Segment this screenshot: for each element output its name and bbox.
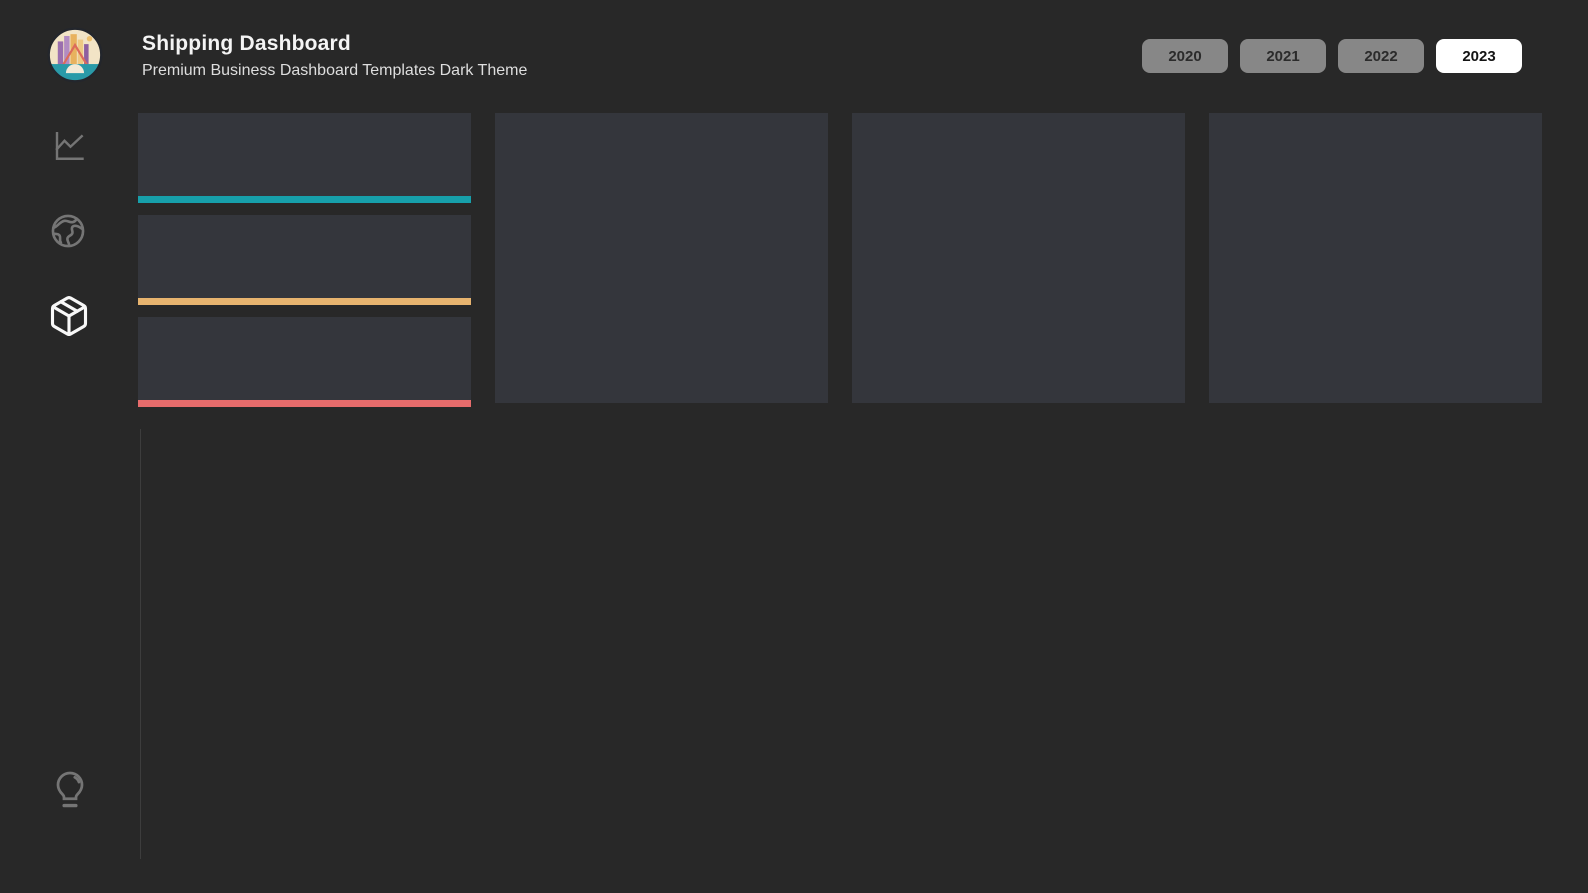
- shipping-dashboard-app: Shipping Dashboard Premium Business Dash…: [0, 0, 1588, 893]
- package-icon: [50, 296, 88, 337]
- globe-icon: [51, 214, 85, 248]
- chart-panel-3[interactable]: [1209, 113, 1542, 403]
- line-chart-icon: [55, 132, 84, 160]
- kpi-accent-teal: [138, 196, 471, 203]
- app-logo: [46, 26, 104, 84]
- chart-panel-1[interactable]: [495, 113, 828, 403]
- sidebar-item-map[interactable]: [47, 210, 89, 252]
- year-button-2021[interactable]: 2021: [1240, 39, 1326, 73]
- kpi-card-3[interactable]: [138, 317, 471, 407]
- city-skyline-logo-icon: [47, 27, 103, 83]
- kpi-accent-coral: [138, 400, 471, 407]
- page-title: Shipping Dashboard: [142, 32, 351, 55]
- year-button-2022[interactable]: 2022: [1338, 39, 1424, 73]
- kpi-column: [138, 113, 471, 419]
- sidebar-item-trends[interactable]: [51, 128, 87, 164]
- page-subtitle: Premium Business Dashboard Templates Dar…: [142, 62, 528, 79]
- sidebar-item-shipments[interactable]: [47, 294, 91, 338]
- year-button-2023[interactable]: 2023: [1436, 39, 1522, 73]
- kpi-card-1[interactable]: [138, 113, 471, 203]
- year-button-2020[interactable]: 2020: [1142, 39, 1228, 73]
- kpi-accent-sand: [138, 298, 471, 305]
- lightbulb-icon: [56, 771, 84, 808]
- chart-panel-2[interactable]: [852, 113, 1185, 403]
- year-filter: 2020 2021 2022 2023: [1142, 39, 1522, 73]
- chart-axis-line: [140, 429, 141, 859]
- kpi-card-2[interactable]: [138, 215, 471, 305]
- sidebar-item-info[interactable]: [49, 767, 91, 815]
